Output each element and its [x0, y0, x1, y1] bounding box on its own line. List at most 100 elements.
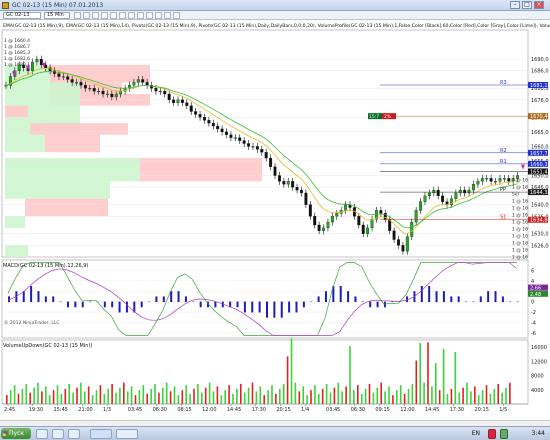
volume-bar [341, 391, 343, 404]
volume-bar [80, 382, 82, 404]
volume-bar [314, 385, 316, 404]
zoom-in-icon[interactable] [74, 12, 81, 19]
candle [39, 58, 43, 66]
volume-bar [56, 385, 59, 404]
execution-marker: Sel [512, 192, 519, 198]
price-tag-value: 1651,4 [530, 169, 548, 175]
time-tick-label: 12:00 [202, 407, 216, 413]
macd-tick-label: 4 [531, 279, 534, 285]
volume-zone [5, 216, 25, 228]
macd-histogram-bar [280, 301, 283, 318]
instrument-selector[interactable]: GC 02-13 [3, 12, 41, 19]
time-tick-label: 17:30 [252, 407, 266, 413]
macd-histogram-bar [457, 296, 460, 303]
strategy-icon[interactable] [119, 12, 126, 19]
snapshot-icon[interactable] [173, 12, 180, 19]
maximize-button[interactable]: □ [522, 1, 532, 9]
price-tick-label: 1665,0 [531, 130, 549, 136]
macd-histogram-bar [295, 301, 298, 313]
macd-histogram-bar [339, 286, 342, 303]
app-icon [2, 2, 9, 9]
copyright-text: © 2012 NinjaTrader, LLC [4, 319, 59, 326]
properties-icon[interactable] [146, 12, 153, 19]
minimize-button[interactable]: – [510, 1, 520, 9]
candle [304, 192, 308, 205]
candle [247, 143, 251, 147]
macd-histogram-bar [383, 301, 386, 308]
data-box-icon[interactable] [164, 12, 171, 19]
macd-histogram-bar [52, 296, 55, 303]
macd-histogram-bar [162, 296, 165, 303]
volume-bar [325, 383, 328, 404]
taskbar-app-chart[interactable] [116, 429, 138, 439]
candle [70, 79, 74, 83]
zoom-out-icon[interactable] [83, 12, 90, 19]
position-badge-left: 15:7 [369, 114, 379, 120]
volume-bar [485, 385, 488, 404]
chart-trader-icon[interactable] [155, 12, 162, 19]
candle [180, 99, 184, 103]
volume-bar [481, 390, 484, 404]
interval-selector[interactable]: 15 Min [44, 12, 70, 19]
candle [317, 224, 321, 231]
candle [507, 178, 511, 182]
candle [154, 88, 158, 92]
volume-bar [103, 393, 106, 404]
close-button[interactable]: × [534, 1, 544, 9]
tray-icon[interactable] [488, 429, 496, 439]
macd-tag-value: 2,48 [530, 292, 541, 298]
candle [405, 236, 409, 252]
macd-histogram-bar [450, 296, 453, 303]
execution-marker: 1 @ 16 [512, 178, 528, 184]
pointer-icon[interactable] [92, 12, 99, 19]
price-tick-label: 1690,0 [531, 57, 549, 63]
price-tag-value: 1681,1 [530, 83, 548, 89]
candle [326, 221, 330, 229]
text-tool-icon[interactable] [137, 12, 144, 19]
volume-bar [240, 383, 242, 404]
taskbar-app-ninjatrader[interactable] [90, 429, 112, 439]
candle [172, 99, 176, 103]
time-tick-label: 08:15 [177, 407, 191, 413]
candle [216, 125, 220, 130]
macd-histogram-bar [192, 301, 195, 303]
macd-histogram-bar [44, 296, 47, 303]
time-tick-label: 12:00 [400, 407, 414, 413]
candle [233, 137, 237, 139]
taskbar-app-icon[interactable] [52, 429, 64, 439]
price-chart[interactable]: 1690,01686,01680,01676,01670,01665,01660… [0, 20, 550, 420]
candle [397, 239, 400, 246]
language-indicator[interactable]: EN [472, 430, 480, 437]
time-tick-label: 1/4 [301, 407, 309, 413]
volume-bar [99, 385, 102, 404]
volume-bar [173, 386, 176, 404]
volume-bar [37, 382, 39, 404]
taskbar-app-icon[interactable] [36, 429, 48, 439]
candle [145, 82, 149, 86]
macd-histogram-bar [501, 296, 504, 303]
candle [167, 93, 171, 100]
macd-histogram-bar [103, 301, 106, 308]
draw-tool-icon[interactable] [128, 12, 135, 19]
crosshair-icon[interactable] [101, 12, 108, 19]
taskbar-app-icon[interactable] [68, 429, 80, 439]
candle [158, 90, 162, 93]
pivot-label: PP [500, 187, 506, 193]
tray-icon[interactable] [500, 429, 508, 439]
indicator-icon[interactable] [110, 12, 117, 19]
execution-marker: 1 @ 1680,1 [4, 62, 30, 68]
volume-bar [263, 395, 265, 404]
candle [476, 181, 480, 185]
volume-bar [162, 387, 164, 404]
candle [344, 204, 348, 211]
time-tick-label: 1/3 [103, 407, 111, 413]
start-button[interactable]: Пуск [1, 428, 31, 439]
macd-histogram-bar [155, 296, 158, 303]
volume-bar [236, 388, 238, 404]
candle [480, 178, 484, 182]
candle [286, 181, 290, 185]
volume-bar [489, 393, 492, 404]
candle [229, 134, 233, 138]
volume-bar [290, 338, 293, 404]
volume-bar [310, 390, 312, 404]
